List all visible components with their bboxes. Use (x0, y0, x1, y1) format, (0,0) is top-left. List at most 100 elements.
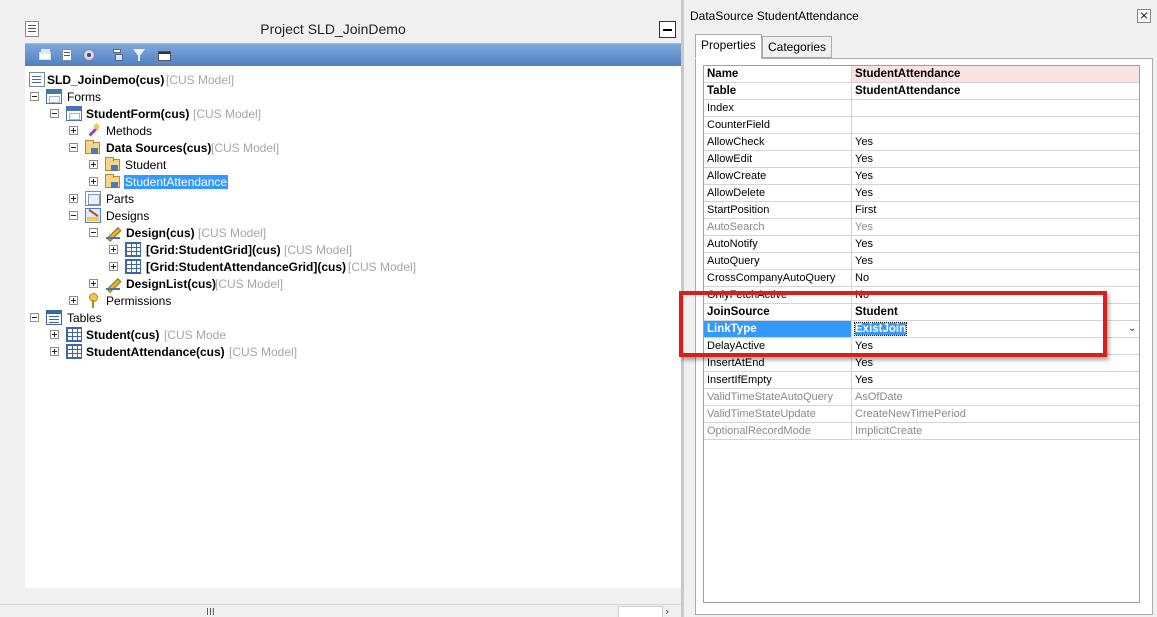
expand-icon[interactable] (89, 160, 98, 169)
property-name: AllowDelete (704, 185, 852, 201)
property-row[interactable]: InsertAtEnd Yes (704, 355, 1139, 372)
model-tag: [CUS Model] (193, 107, 262, 121)
property-value[interactable]: Yes (852, 185, 1139, 201)
property-value[interactable]: No (852, 287, 1139, 303)
filter-icon[interactable] (132, 48, 147, 62)
expand-icon[interactable] (109, 245, 118, 254)
property-row[interactable]: InsertIfEmpty Yes (704, 372, 1139, 389)
expand-icon[interactable] (89, 279, 98, 288)
property-row[interactable]: AutoQuery Yes (704, 253, 1139, 270)
property-row[interactable]: AllowCreate Yes (704, 168, 1139, 185)
model-tag: [CUS Model] (284, 243, 353, 257)
property-value[interactable] (852, 100, 1139, 116)
property-value[interactable]: StudentAttendance (852, 66, 1139, 82)
property-value-text: Yes (855, 374, 873, 386)
horizontal-scrollbar[interactable]: III › (0, 604, 681, 617)
property-value[interactable]: No (852, 270, 1139, 286)
property-value[interactable]: Yes (852, 355, 1139, 371)
tree-node-label: Forms (67, 90, 101, 104)
collapse-icon[interactable] (89, 228, 98, 237)
property-value-text: Yes (855, 255, 873, 267)
tab-categories[interactable]: Categories (762, 36, 833, 58)
property-value[interactable]: StudentAttendance (852, 83, 1139, 99)
property-row[interactable]: StartPosition First (704, 202, 1139, 219)
property-name: AllowCreate (704, 168, 852, 184)
expand-icon[interactable] (109, 262, 118, 271)
expand-icon[interactable] (50, 330, 59, 339)
property-row[interactable]: Table StudentAttendance (704, 83, 1139, 100)
property-value[interactable]: Yes (852, 253, 1139, 269)
property-value-text: First (855, 204, 877, 216)
property-value[interactable]: Yes (852, 236, 1139, 252)
property-value[interactable]: ImplicitCreate (852, 423, 1139, 439)
property-name: AllowEdit (704, 151, 852, 167)
property-row[interactable]: AllowEdit Yes (704, 151, 1139, 168)
compile-icon[interactable] (82, 48, 97, 62)
property-row[interactable]: DelayActive Yes (704, 338, 1139, 355)
property-row[interactable]: CrossCompanyAutoQuery No (704, 270, 1139, 287)
property-value[interactable]: Yes (852, 338, 1139, 354)
scroll-right-arrow-icon[interactable]: › (665, 605, 669, 617)
property-name: DelayActive (704, 338, 852, 354)
property-value[interactable]: Yes (852, 219, 1139, 235)
minimize-button[interactable] (659, 21, 676, 38)
property-row[interactable]: AllowDelete Yes (704, 185, 1139, 202)
property-row[interactable]: LinkType ExistJoin ⌄ (704, 321, 1139, 338)
expand-icon[interactable] (89, 177, 98, 186)
forms-icon (46, 89, 62, 104)
property-row[interactable]: CounterField (704, 117, 1139, 134)
property-row[interactable]: OptionalRecordMode ImplicitCreate (704, 423, 1139, 440)
property-value[interactable]: Yes (852, 372, 1139, 388)
property-row[interactable]: AutoSearch Yes (704, 219, 1139, 236)
properties-titlebar[interactable]: DataSource StudentAttendance (684, 4, 1154, 26)
property-value[interactable]: Yes (852, 168, 1139, 184)
expand-icon[interactable] (69, 296, 78, 305)
close-icon[interactable] (1137, 9, 1151, 23)
property-row[interactable]: Index (704, 100, 1139, 117)
property-row[interactable]: AllowCheck Yes (704, 134, 1139, 151)
model-tag: [CUS Mode (164, 328, 227, 342)
collapse-icon[interactable] (30, 92, 39, 101)
property-value[interactable]: CreateNewTimePeriod (852, 406, 1139, 422)
collapse-icon[interactable] (50, 109, 59, 118)
tree-node-label: StudentForm(cus) (86, 107, 190, 121)
property-row[interactable]: JoinSource Student (704, 304, 1139, 321)
tab-properties[interactable]: Properties (695, 34, 762, 59)
expand-icon[interactable] (69, 126, 78, 135)
property-row[interactable]: OnlyFetchActive No (704, 287, 1139, 304)
property-value-text: Yes (855, 153, 873, 165)
scroll-thumb-grip[interactable]: III (206, 607, 215, 617)
property-value-text: CreateNewTimePeriod (855, 408, 966, 420)
expand-icon[interactable] (69, 194, 78, 203)
property-row[interactable]: ValidTimeStateUpdate CreateNewTimePeriod (704, 406, 1139, 423)
chevron-down-icon[interactable]: ⌄ (1128, 323, 1136, 334)
grid-icon (125, 259, 141, 274)
property-value[interactable]: AsOfDate (852, 389, 1139, 405)
model-tag: [CUS Model] (198, 226, 267, 240)
tree-node-label: Methods (106, 124, 153, 138)
property-row[interactable]: Name StudentAttendance (704, 66, 1139, 83)
property-value[interactable]: Yes (852, 151, 1139, 167)
property-value[interactable]: First (852, 202, 1139, 218)
collapse-icon[interactable] (69, 143, 78, 152)
property-value[interactable]: Yes (852, 134, 1139, 150)
import-icon[interactable] (110, 48, 125, 62)
property-row[interactable]: ValidTimeStateAutoQuery AsOfDate (704, 389, 1139, 406)
film-icon[interactable] (157, 48, 172, 62)
property-value[interactable] (852, 117, 1139, 133)
collapse-icon[interactable] (69, 211, 78, 220)
property-value[interactable]: Student (852, 304, 1139, 320)
expand-icon[interactable] (50, 347, 59, 356)
table-icon (66, 344, 82, 359)
tree-node-label: [Grid:StudentGrid](cus) (146, 243, 281, 257)
property-value[interactable]: ExistJoin (852, 321, 1139, 337)
properties-title: DataSource StudentAttendance (690, 9, 859, 23)
open-icon[interactable] (38, 48, 53, 62)
scroll-track[interactable] (618, 606, 663, 617)
property-name: AutoQuery (704, 253, 852, 269)
collapse-icon[interactable] (30, 313, 39, 322)
save-icon[interactable] (60, 48, 75, 62)
designs-icon (85, 208, 101, 223)
project-titlebar[interactable]: Project SLD_JoinDemo (18, 17, 681, 43)
property-row[interactable]: AutoNotify Yes (704, 236, 1139, 253)
